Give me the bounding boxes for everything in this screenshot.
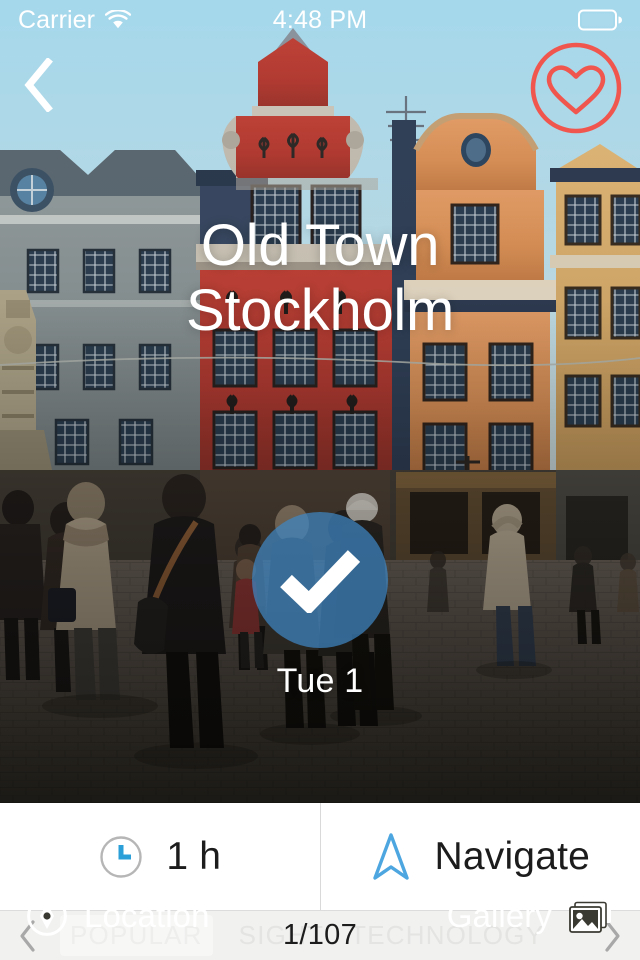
- back-button[interactable]: [6, 50, 72, 120]
- clock-time-label: 4:48 PM: [272, 5, 368, 34]
- status-bar-right: [578, 9, 622, 31]
- visited-badge-group[interactable]: Tue 1: [0, 512, 640, 701]
- battery-icon: [578, 9, 622, 31]
- photo-stack-icon: [569, 898, 611, 933]
- carrier-label: Carrier: [18, 5, 96, 34]
- wifi-icon: [105, 10, 132, 29]
- gallery-button[interactable]: Gallery: [447, 895, 614, 937]
- hero-actions-row: Location Gallery: [0, 872, 640, 960]
- status-bar: Carrier 4:48 PM: [0, 0, 640, 40]
- location-label: Location: [84, 897, 210, 934]
- compass-icon: [27, 896, 67, 936]
- favorite-button[interactable]: [526, 38, 626, 138]
- chevron-left-icon: [24, 58, 53, 112]
- visited-check-circle[interactable]: [252, 512, 388, 648]
- gallery-label: Gallery: [446, 897, 552, 934]
- heart-outline-icon: [530, 42, 622, 134]
- checkmark-icon: [280, 550, 361, 613]
- visit-day-label: Tue 1: [276, 662, 364, 700]
- app-root: Carrier 4:48 PM Old Town Stockholm Tue 1…: [0, 0, 640, 960]
- location-button[interactable]: Location: [26, 895, 210, 937]
- status-bar-left: Carrier: [18, 5, 132, 34]
